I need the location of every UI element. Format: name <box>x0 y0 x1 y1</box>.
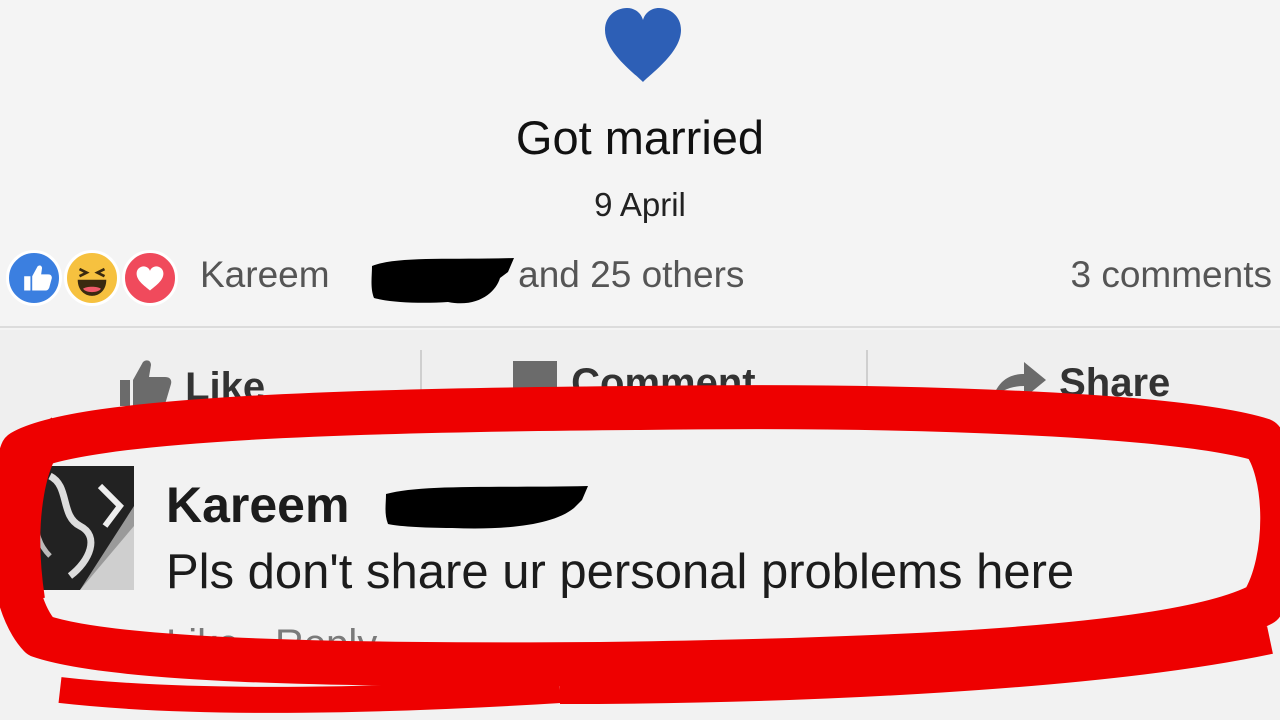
action-separator <box>420 350 422 420</box>
likers-suffix: and 25 others <box>518 254 745 295</box>
share-button[interactable]: Share <box>990 358 1170 406</box>
comment-text: Pls don't share ur personal problems her… <box>166 545 1075 599</box>
liker-name: Kareem <box>200 254 330 295</box>
comment-bubble-icon <box>513 361 557 401</box>
avatar[interactable] <box>10 466 134 590</box>
comment-button-label: Comment <box>571 361 756 405</box>
divider <box>0 326 1280 328</box>
comment-actions: Like · Reply <box>166 622 377 667</box>
comment-count[interactable]: 3 comments <box>1070 254 1272 296</box>
thumbs-up-icon <box>120 360 172 406</box>
comment-author[interactable]: Kareem <box>166 476 349 534</box>
share-arrow-icon <box>992 362 1046 400</box>
redaction-mark <box>371 258 514 304</box>
comment-action-separator: · <box>250 622 264 666</box>
event-date: 9 April <box>594 186 686 223</box>
comment-like-link[interactable]: Like <box>166 622 239 666</box>
action-separator <box>866 350 868 420</box>
event-title: Got married <box>515 111 765 164</box>
comment-reply-link[interactable]: Reply <box>275 622 377 666</box>
like-reaction-icon <box>6 250 62 306</box>
comment-button[interactable]: Comment <box>510 358 756 406</box>
share-button-label: Share <box>1059 361 1171 405</box>
love-reaction-icon <box>122 250 178 306</box>
haha-reaction-icon <box>64 250 120 306</box>
redaction-mark <box>385 486 588 529</box>
heart-icon <box>605 8 681 82</box>
like-button[interactable]: Like <box>118 358 265 410</box>
like-button-label: Like <box>185 365 266 409</box>
